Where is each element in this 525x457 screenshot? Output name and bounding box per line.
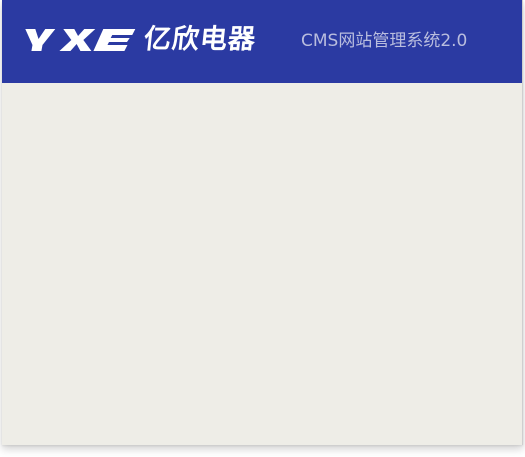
login-window: 亿欣电器 CMS网站管理系统2.0 (2, 0, 523, 445)
brand-logo: 亿欣电器 (24, 24, 258, 55)
system-title: CMS网站管理系统2.0 (301, 31, 468, 51)
brand-name: 亿欣电器 (142, 24, 258, 55)
yxe-logo-icon (25, 29, 136, 51)
header-bar: 亿欣电器 CMS网站管理系统2.0 (2, 0, 522, 83)
content-area (2, 83, 522, 445)
